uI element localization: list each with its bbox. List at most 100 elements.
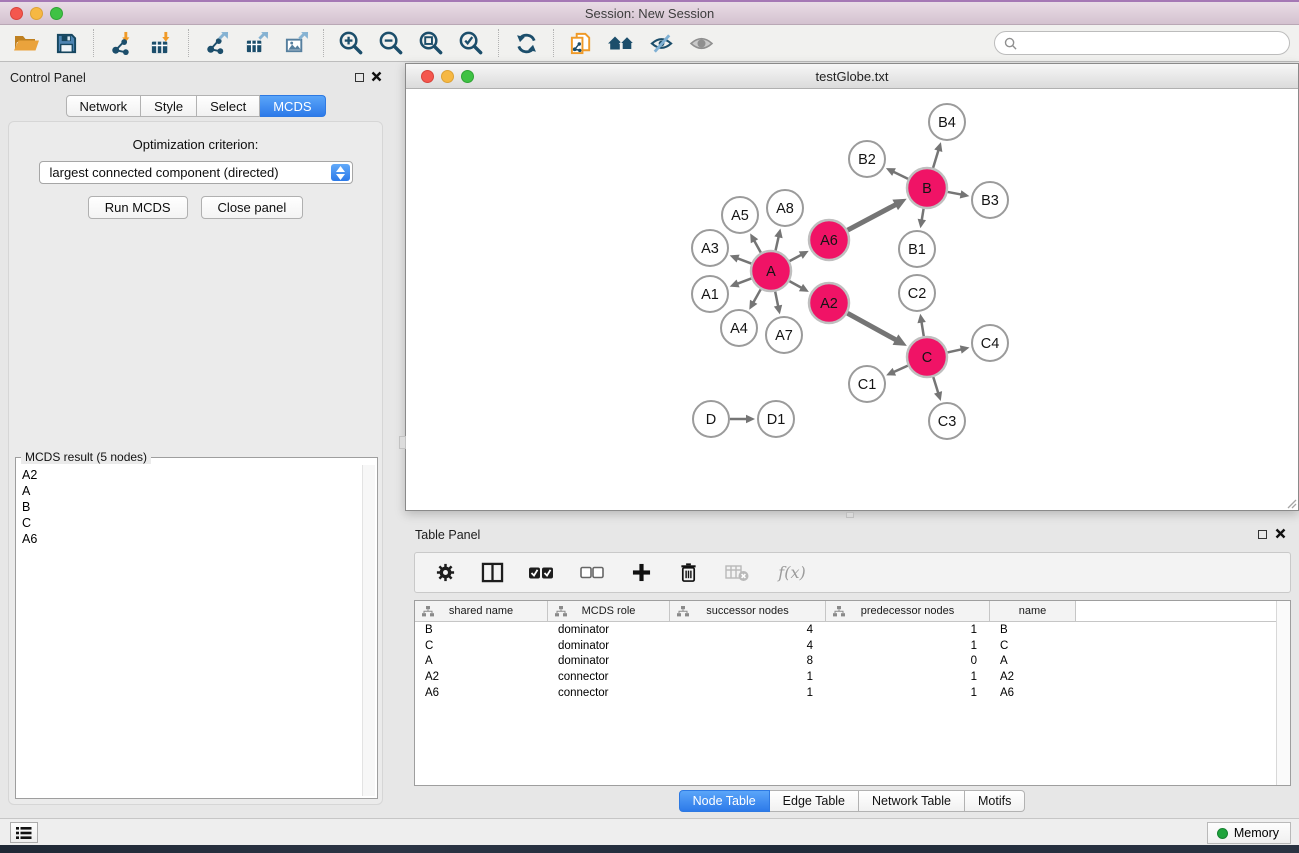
criterion-select[interactable]: largest connected component (directed)	[39, 161, 353, 184]
table-cell[interactable]: 0	[826, 653, 990, 669]
mcds-result-item[interactable]: A6	[18, 531, 362, 547]
table-cell[interactable]: 4	[670, 638, 826, 654]
table-cell[interactable]: C	[990, 638, 1076, 654]
graph-edge-A-A7[interactable]	[775, 292, 778, 307]
control-tab-network[interactable]: Network	[65, 95, 141, 117]
table-cell[interactable]: connector	[548, 685, 670, 701]
search-input[interactable]	[1022, 36, 1280, 50]
table-row[interactable]: Bdominator41B	[415, 622, 1276, 638]
task-history-button[interactable]	[10, 822, 38, 843]
control-tab-style[interactable]: Style	[141, 95, 197, 117]
close-panel-icon[interactable]	[371, 71, 382, 82]
column-header-name[interactable]: name	[990, 601, 1076, 622]
graph-edge-C-C4[interactable]	[947, 349, 961, 352]
table-cell[interactable]: B	[990, 622, 1076, 638]
table-cell[interactable]: 1	[670, 669, 826, 685]
splitter-notch[interactable]	[399, 436, 406, 449]
add-column-button[interactable]	[628, 558, 654, 588]
export-image-button[interactable]	[276, 27, 316, 60]
export-network-button[interactable]	[196, 27, 236, 60]
table-cell[interactable]: B	[415, 622, 548, 638]
network-canvas[interactable]: B4B2BB3A8A5A6B1A3AA1C2A2A4A7C4CC1C3DD1	[406, 90, 1298, 510]
column-header-mcds-role[interactable]: MCDS role	[548, 601, 670, 622]
graph-edge-B-B4[interactable]	[933, 150, 938, 168]
graph-edge-A-A8[interactable]	[776, 236, 779, 250]
hide-network-button[interactable]	[641, 27, 681, 60]
table-cell[interactable]: A6	[990, 685, 1076, 701]
control-tab-select[interactable]: Select	[197, 95, 260, 117]
split-divider-handle[interactable]	[846, 512, 854, 518]
table-cell[interactable]: 8	[670, 653, 826, 669]
clone-network-button[interactable]	[561, 27, 601, 60]
save-session-button[interactable]	[46, 27, 86, 60]
mcds-result-item[interactable]: A2	[18, 467, 362, 483]
select-all-button[interactable]	[526, 558, 556, 588]
open-session-button[interactable]	[6, 27, 46, 60]
columns-view-button[interactable]	[479, 558, 505, 588]
import-table-button[interactable]	[141, 27, 181, 60]
table-cell[interactable]: 1	[826, 638, 990, 654]
table-scrollbar[interactable]	[1276, 601, 1290, 785]
control-tab-mcds[interactable]: MCDS	[260, 95, 325, 117]
delete-table-button[interactable]	[722, 558, 752, 588]
graph-edge-B-B3[interactable]	[948, 192, 962, 195]
refresh-layout-button[interactable]	[506, 27, 546, 60]
table-cell[interactable]: dominator	[548, 638, 670, 654]
column-header-successor-nodes[interactable]: successor nodes	[670, 601, 826, 622]
graph-edge-A-A6[interactable]	[790, 255, 802, 261]
table-cell[interactable]: A	[415, 653, 548, 669]
zoom-fit-button[interactable]	[411, 27, 451, 60]
table-tab-node-table[interactable]: Node Table	[679, 790, 770, 812]
table-cell[interactable]: dominator	[548, 653, 670, 669]
result-list-scrollbar[interactable]	[362, 465, 375, 796]
settings-gear-button[interactable]	[432, 558, 458, 588]
table-cell[interactable]: connector	[548, 669, 670, 685]
graph-edge-A-A5[interactable]	[754, 240, 761, 252]
table-cell[interactable]: 1	[826, 669, 990, 685]
home-view-button[interactable]	[601, 27, 641, 60]
zoom-in-button[interactable]	[331, 27, 371, 60]
graph-edge-B-B1[interactable]	[922, 209, 924, 221]
mcds-result-item[interactable]: C	[18, 515, 362, 531]
graph-edge-A-A2[interactable]	[789, 281, 801, 288]
zoom-selected-button[interactable]	[451, 27, 491, 60]
import-network-button[interactable]	[101, 27, 141, 60]
table-cell[interactable]: A6	[415, 685, 548, 701]
table-cell[interactable]: 1	[826, 685, 990, 701]
table-row[interactable]: A2connector11A2	[415, 669, 1276, 685]
graph-edge-C-C1[interactable]	[893, 366, 907, 372]
table-row[interactable]: A6connector11A6	[415, 685, 1276, 701]
table-row[interactable]: Cdominator41C	[415, 638, 1276, 654]
table-tab-edge-table[interactable]: Edge Table	[770, 790, 859, 812]
table-tab-motifs[interactable]: Motifs	[965, 790, 1025, 812]
network-graph[interactable]: B4B2BB3A8A5A6B1A3AA1C2A2A4A7C4CC1C3DD1	[406, 90, 1298, 510]
memory-button[interactable]: Memory	[1207, 822, 1291, 844]
export-table-button[interactable]	[236, 27, 276, 60]
delete-column-button[interactable]	[675, 558, 701, 588]
mcds-result-item[interactable]: B	[18, 499, 362, 515]
float-panel-icon[interactable]	[355, 73, 364, 82]
graph-edge-A-A4[interactable]	[753, 289, 761, 302]
function-builder-button[interactable]: f(x)	[773, 558, 811, 588]
graph-edge-A2-C[interactable]	[847, 313, 896, 340]
table-cell[interactable]: A2	[415, 669, 548, 685]
resize-grip-icon[interactable]	[1285, 497, 1297, 509]
table-cell[interactable]: A	[990, 653, 1076, 669]
graph-edge-A6-B[interactable]	[848, 204, 897, 230]
close-panel-button[interactable]: Close panel	[201, 196, 304, 219]
float-panel-icon[interactable]	[1258, 530, 1267, 539]
mcds-result-item[interactable]: A	[18, 483, 362, 499]
show-network-button[interactable]	[681, 27, 721, 60]
deselect-all-button[interactable]	[577, 558, 607, 588]
table-cell[interactable]: 1	[670, 685, 826, 701]
table-tab-network-table[interactable]: Network Table	[859, 790, 965, 812]
graph-edge-A-A1[interactable]	[737, 278, 751, 283]
graph-edge-A-A3[interactable]	[737, 258, 751, 263]
table-cell[interactable]: A2	[990, 669, 1076, 685]
search-field[interactable]	[994, 31, 1290, 55]
graph-edge-C-C3[interactable]	[933, 377, 938, 393]
table-cell[interactable]: dominator	[548, 622, 670, 638]
close-panel-icon[interactable]	[1275, 528, 1286, 539]
table-cell[interactable]: 4	[670, 622, 826, 638]
graph-edge-C-C2[interactable]	[921, 322, 923, 337]
